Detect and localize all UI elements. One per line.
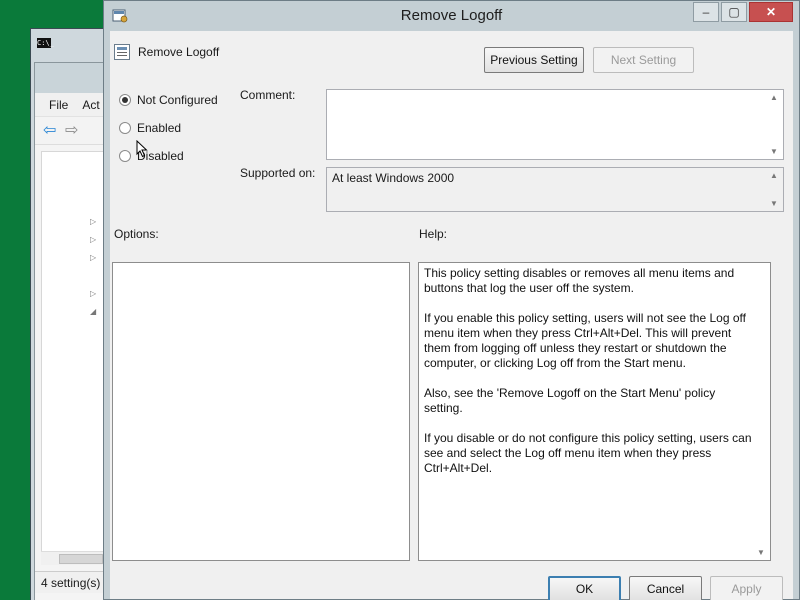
supported-on-label: Supported on: — [240, 166, 316, 180]
editor-titlebar[interactable] — [35, 63, 109, 93]
radio-disabled[interactable]: Disabled — [119, 149, 184, 163]
scroll-down-icon[interactable]: ▼ — [757, 548, 765, 557]
scroll-down-icon[interactable]: ▼ — [770, 199, 778, 208]
radio-label: Not Configured — [137, 93, 218, 107]
close-button[interactable]: ✕ — [749, 2, 793, 22]
editor-status-bar: 4 setting(s) — [35, 571, 109, 593]
comment-field[interactable]: ▲ ▼ — [326, 89, 784, 160]
console-icon: C:\_ — [37, 38, 54, 48]
scroll-up-icon[interactable]: ▲ — [770, 93, 778, 102]
menu-file[interactable]: File — [49, 98, 68, 112]
supported-on-field: At least Windows 2000 ▲ ▼ — [326, 167, 784, 212]
radio-enabled[interactable]: Enabled — [119, 121, 181, 135]
expand-icon[interactable]: ▷ — [90, 290, 98, 298]
ok-button[interactable]: OK — [548, 576, 621, 600]
scroll-down-icon[interactable]: ▼ — [770, 147, 778, 156]
cursor-icon — [136, 140, 148, 158]
radio-not-configured[interactable]: Not Configured — [119, 93, 218, 107]
expand-icon[interactable]: ▷ — [90, 236, 98, 244]
radio-icon[interactable] — [119, 94, 131, 106]
help-panel[interactable]: This policy setting disables or removes … — [418, 262, 771, 561]
previous-setting-button[interactable]: Previous Setting — [484, 47, 584, 73]
expand-icon[interactable]: ▷ — [90, 218, 98, 226]
comment-scrollbar[interactable]: ▲ ▼ — [767, 90, 783, 159]
menu-action[interactable]: Act — [82, 98, 99, 112]
scrollbar-thumb[interactable] — [59, 554, 103, 564]
policy-icon — [114, 44, 130, 60]
collapse-icon[interactable]: ◢ — [90, 308, 98, 316]
supported-scrollbar[interactable]: ▲ ▼ — [767, 168, 783, 211]
back-arrow-icon[interactable]: ⇦ — [43, 122, 61, 138]
editor-tree[interactable]: ▷ ▷ ▷ ▷ ◢ — [41, 151, 105, 561]
expand-icon[interactable]: ▷ — [90, 254, 98, 262]
minimize-button[interactable]: – — [693, 2, 719, 22]
help-scrollbar[interactable]: ▼ — [754, 263, 770, 560]
policy-dialog: Remove Logoff – ▢ ✕ Remove Logoff Previo… — [103, 0, 800, 600]
cancel-button[interactable]: Cancel — [629, 576, 702, 600]
comment-label: Comment: — [240, 88, 296, 102]
radio-icon[interactable] — [119, 150, 131, 162]
editor-toolbar: ⇦ ⇨ — [35, 117, 109, 145]
radio-icon[interactable] — [119, 122, 131, 134]
policy-name: Remove Logoff — [138, 45, 220, 59]
dialog-title-bar[interactable]: Remove Logoff – ▢ ✕ — [104, 1, 799, 31]
radio-label: Enabled — [137, 121, 182, 135]
policy-header: Remove Logoff — [114, 44, 219, 60]
dialog-content: Remove Logoff Previous Setting Next Sett… — [110, 31, 793, 600]
help-label: Help: — [419, 227, 448, 241]
apply-button[interactable]: Apply — [710, 576, 783, 600]
editor-menubar: File Act — [35, 93, 109, 117]
help-text: This policy setting disables or removes … — [424, 266, 752, 475]
background-policy-editor[interactable]: File Act ⇦ ⇨ ▷ ▷ ▷ ▷ ◢ 4 setting(s) — [34, 62, 110, 600]
maximize-button[interactable]: ▢ — [721, 2, 747, 22]
forward-arrow-icon[interactable]: ⇨ — [65, 122, 83, 138]
next-setting-button[interactable]: Next Setting — [593, 47, 694, 73]
scroll-up-icon[interactable]: ▲ — [770, 171, 778, 180]
editor-horizontal-scrollbar[interactable] — [41, 551, 105, 565]
options-label: Options: — [114, 227, 159, 241]
supported-on-value: At least Windows 2000 — [332, 171, 455, 185]
options-panel — [112, 262, 410, 561]
